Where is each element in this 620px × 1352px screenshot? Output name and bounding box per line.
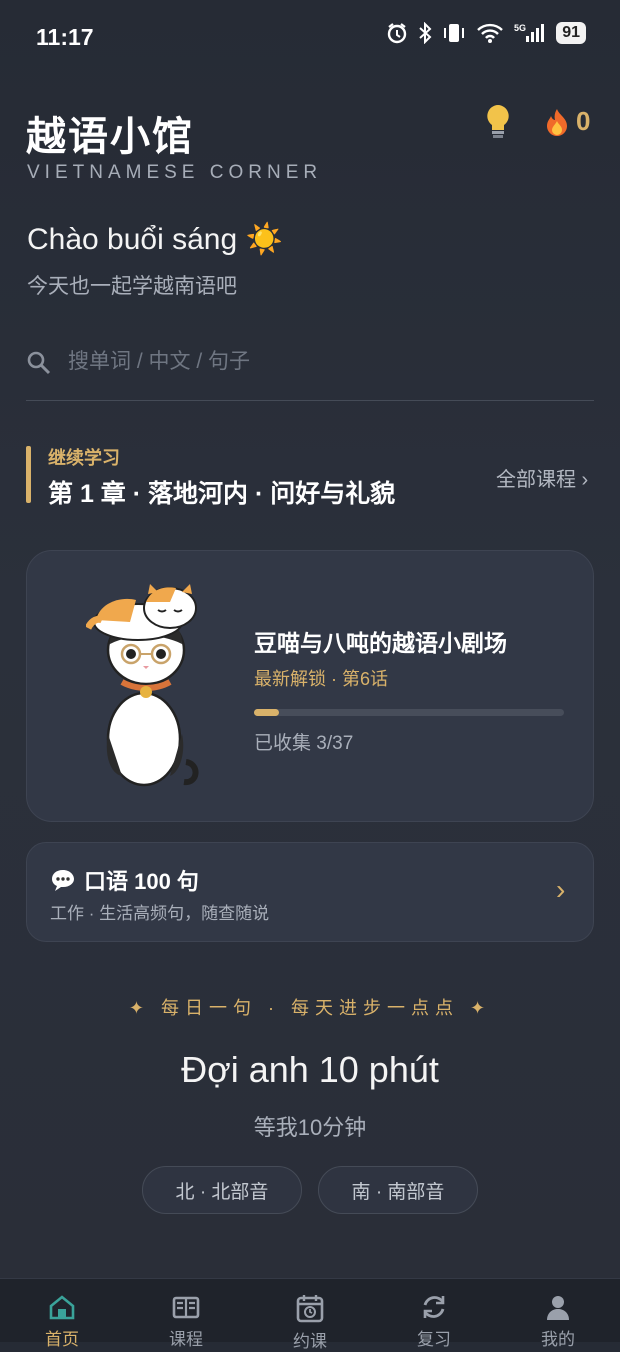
nav-item-home[interactable]: 首页 <box>22 1293 102 1350</box>
status-time: 11:17 <box>36 24 94 50</box>
streak-count: 0 <box>576 106 591 136</box>
nav-item-courses[interactable]: 课程 <box>146 1293 226 1350</box>
greeting-subtitle: 今天也一起学越南语吧 <box>27 275 237 298</box>
calendar-icon <box>296 1295 324 1323</box>
nav-label-courses: 课程 <box>169 1330 203 1349</box>
theater-unlock-status: 最新解锁 · 第6话 <box>254 669 389 689</box>
nav-item-profile[interactable]: 我的 <box>518 1293 598 1350</box>
alarm-icon <box>388 23 407 44</box>
app-title: 越语小馆 <box>26 115 194 159</box>
status-icons: 5G 91 <box>386 22 586 44</box>
greeting-title: Chào buổi sáng ☀️ <box>27 223 283 256</box>
refresh-icon <box>423 1296 445 1318</box>
book-icon <box>172 1296 200 1319</box>
nav-item-review[interactable]: 复习 <box>394 1293 474 1350</box>
streak-counter[interactable]: 0 <box>544 106 590 137</box>
home-icon <box>49 1295 75 1320</box>
chevron-right-icon[interactable]: › <box>556 874 565 906</box>
cat-illustration <box>86 584 199 787</box>
bottom-nav: 首页 课程 约课 复习 我的 <box>0 1278 620 1351</box>
daily-vietnamese: Đợi anh 10 phút <box>181 1049 439 1090</box>
section-accent-bar <box>26 446 31 503</box>
daily-chinese: 等我10分钟 <box>253 1115 367 1140</box>
daily-label: ✦ 每日一句 · 每天进步一点点 ✦ <box>128 998 492 1018</box>
speech-bubble-icon <box>52 870 74 891</box>
collection-progress-track <box>254 709 564 716</box>
bluetooth-icon <box>419 22 432 44</box>
cellular-5g-icon: 5G <box>514 23 545 42</box>
continue-label: 继续学习 <box>48 448 120 468</box>
person-icon <box>547 1296 569 1320</box>
south-accent-button[interactable]: 南 · 南部音 <box>318 1166 478 1214</box>
search-input[interactable] <box>68 342 548 374</box>
battery-indicator: 91 <box>556 22 586 44</box>
wifi-icon <box>477 23 504 43</box>
theater-title: 豆喵与八吨的越语小剧场 <box>254 630 507 656</box>
collection-progress-fill <box>254 709 279 716</box>
nav-label-home: 首页 <box>45 1330 79 1349</box>
collection-count: 已收集 3/37 <box>254 733 354 754</box>
app-subtitle: VIETNAMESE CORNER <box>27 162 323 183</box>
nav-label-review: 复习 <box>417 1330 451 1349</box>
vibrate-icon <box>444 24 465 42</box>
chapter-title[interactable]: 第 1 章 · 落地河内 · 问好与礼貌 <box>48 474 395 510</box>
phrases-title: 口语 100 句 <box>84 869 199 894</box>
search-bar[interactable] <box>26 342 594 401</box>
phrases-title-row: 口语 100 句 <box>50 864 199 896</box>
nav-label-profile: 我的 <box>541 1330 575 1349</box>
north-accent-button[interactable]: 北 · 北部音 <box>142 1166 302 1214</box>
search-icon <box>27 351 51 375</box>
nav-label-booking: 约课 <box>293 1332 327 1351</box>
flame-icon <box>547 108 567 136</box>
all-courses-link[interactable]: 全部课程 › <box>496 463 588 492</box>
nav-item-booking[interactable]: 约课 <box>270 1293 350 1352</box>
svg-text:5G: 5G <box>514 23 526 33</box>
lightbulb-icon[interactable] <box>482 102 514 148</box>
phrases-subtitle: 工作 · 生活高频句，随查随说 <box>50 904 270 923</box>
